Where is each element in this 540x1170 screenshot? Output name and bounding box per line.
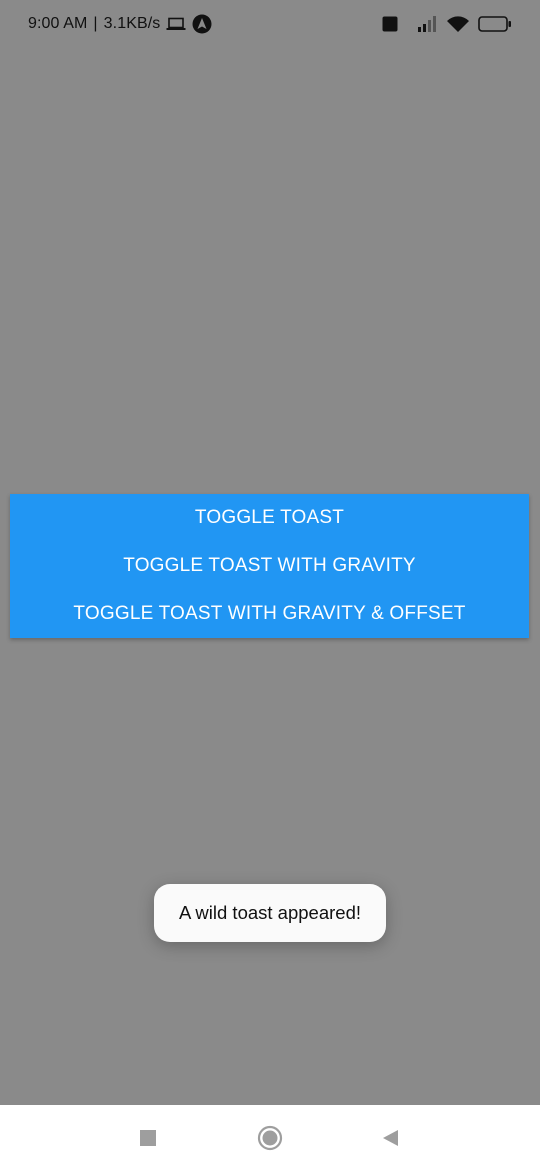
buttons-group: TOGGLE TOAST TOGGLE TOAST WITH GRAVITY T… — [10, 494, 529, 638]
battery-icon — [478, 15, 512, 33]
volte-icon — [382, 16, 398, 32]
status-left: 9:00 AM | 3.1KB/s — [28, 13, 212, 35]
navigation-arrow-icon — [192, 14, 212, 34]
signal-icon — [406, 14, 438, 34]
toast-message: A wild toast appeared! — [154, 884, 386, 942]
recents-button[interactable] — [135, 1125, 161, 1151]
status-time: 9:00 AM — [28, 15, 88, 32]
recents-square-icon — [139, 1129, 157, 1147]
toggle-toast-gravity-button[interactable]: TOGGLE TOAST WITH GRAVITY — [10, 542, 529, 590]
toggle-toast-button[interactable]: TOGGLE TOAST — [10, 494, 529, 542]
status-network-speed: 3.1KB/s — [103, 15, 161, 32]
status-bar: 9:00 AM | 3.1KB/s — [0, 0, 540, 46]
navigation-bar — [0, 1105, 540, 1170]
back-button[interactable] — [377, 1125, 403, 1151]
wifi-icon — [446, 15, 470, 33]
status-separator: | — [93, 15, 98, 32]
status-right — [382, 12, 512, 36]
laptop-icon — [166, 17, 186, 31]
back-triangle-icon — [380, 1128, 400, 1148]
toggle-toast-gravity-offset-button[interactable]: TOGGLE TOAST WITH GRAVITY & OFFSET — [10, 590, 529, 638]
home-circle-icon — [257, 1125, 283, 1151]
home-button[interactable] — [257, 1125, 283, 1151]
